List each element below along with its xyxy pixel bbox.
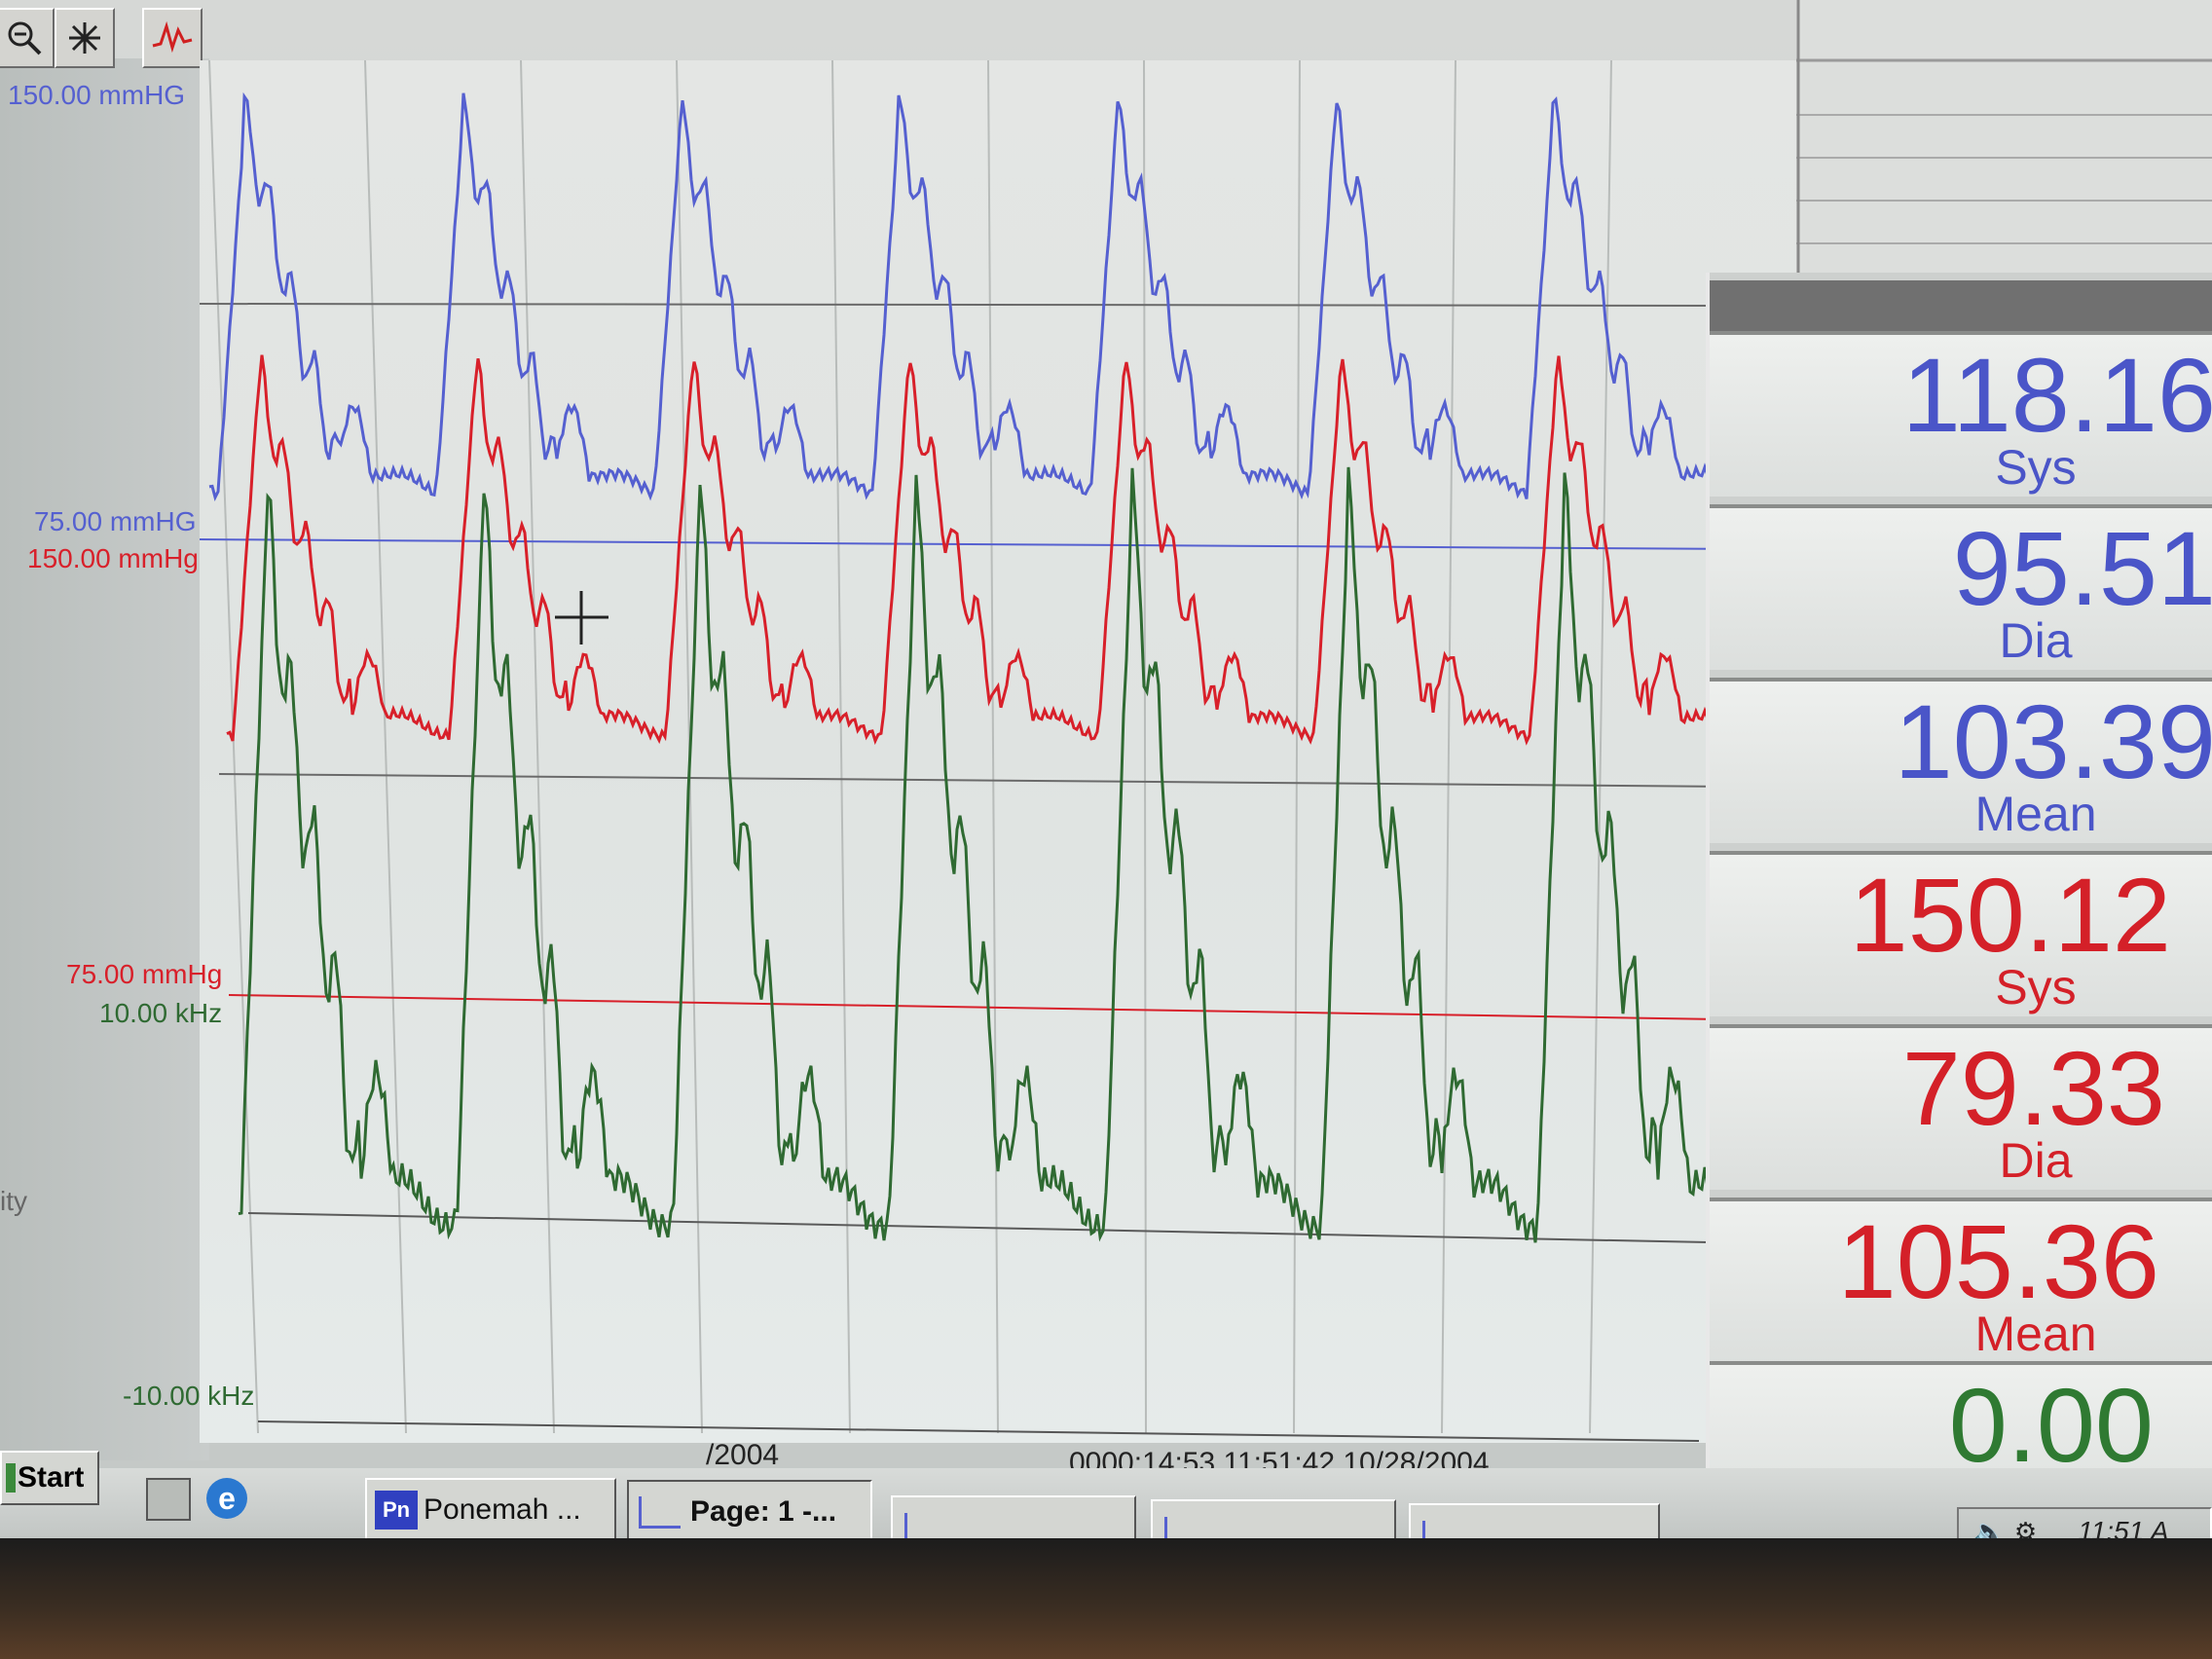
ch3-midline (247, 1212, 1710, 1243)
chart-bottom-border (257, 1420, 1700, 1442)
start-label: Start (18, 1461, 85, 1493)
toolbar (0, 0, 234, 76)
waveform-icon (152, 20, 193, 54)
readout-value: 0.00 (1948, 1373, 2154, 1478)
readout-value: 105.36 (1837, 1209, 2159, 1314)
start-button[interactable]: Start (0, 1451, 99, 1505)
readout-label: Dia (1999, 613, 2073, 668)
ch2-bottom-label: 75.00 mmHg (66, 959, 223, 989)
ch3-bottom-label: -10.00 kHz (123, 1381, 255, 1411)
pan-icon (69, 22, 100, 54)
readout-cell: 103.39 Mean (1710, 678, 2212, 843)
taskbar-page-label: Page: 1 -... (690, 1495, 837, 1528)
right-panel-lines (1796, 0, 2212, 282)
monitor-bezel (0, 1538, 2212, 1659)
readout-value: 150.12 (1849, 863, 2171, 968)
side-label-fragment: ity (0, 1186, 27, 1216)
zoom-out-button[interactable] (0, 8, 55, 68)
readout-value: 118.16 (1901, 343, 2212, 448)
pan-button[interactable] (55, 8, 115, 68)
quick-launch-desktop-icon[interactable] (146, 1478, 191, 1521)
ch2-midline (218, 773, 1737, 788)
readout-label: Sys (1995, 960, 2077, 1014)
readout-cell: 105.36 Mean (1710, 1198, 2212, 1363)
readout-label: Mean (1974, 787, 2097, 841)
status-year: /2004 (706, 1439, 780, 1471)
readout-cell: 118.16 Sys (1710, 331, 2212, 497)
right-top-panel (1796, 0, 2212, 282)
ch1-pressure-trace (208, 92, 1738, 502)
zoom-out-icon (8, 21, 42, 55)
readout-label: Sys (1995, 440, 2077, 495)
taskbar: Pn Ponemah ... Page: 1 -... e (0, 1468, 2212, 1567)
readout-label: Mean (1974, 1307, 2097, 1361)
monitor-screen: 150.00 mmHG 75.00 mmHG 150.00 mmHg 75.00… (0, 0, 2212, 1567)
readout-cell: 150.12 Sys (1710, 851, 2212, 1016)
taskbar-ponemah-label: Ponemah ... (424, 1493, 581, 1526)
waveform-button[interactable] (142, 8, 203, 68)
ch1-baseline (200, 538, 1744, 550)
readout-panel-header (1710, 280, 2212, 335)
taskbar-page[interactable]: Page: 1 -... (627, 1480, 872, 1544)
ch1-top-label: 150.00 mmHG (8, 80, 186, 110)
channel-label-panel (0, 58, 209, 1460)
ch1-midline (200, 303, 1744, 307)
readout-cell: 95.51 Dia (1710, 504, 2212, 670)
ch1-bottom-label: 75.00 mmHG (34, 506, 197, 536)
ch3-top-label: 10.00 kHz (99, 998, 223, 1028)
chart-window-icon (639, 1495, 681, 1529)
readout-value: 103.39 (1894, 689, 2212, 794)
taskbar-ponemah[interactable]: Pn Ponemah ... (365, 1478, 616, 1542)
waveform-svg (200, 60, 1744, 1442)
crosshair-cursor (555, 591, 608, 645)
readout-value: 95.51 (1952, 516, 2212, 621)
readout-label: Dia (1999, 1133, 2073, 1188)
waveform-chart[interactable] (200, 60, 1796, 1443)
quick-launch-browser-icon[interactable]: e (206, 1478, 247, 1519)
ch2-baseline (228, 994, 1721, 1020)
windows-logo-icon (6, 1463, 16, 1493)
ponemah-app-icon: Pn (375, 1491, 418, 1530)
readout-panel: 118.16 Sys 95.51 Dia 103.39 Mean 150.12 Sys 79.3… (1706, 273, 2212, 1527)
ch2-top-label: 150.00 mmHg (27, 543, 199, 573)
readout-value: 79.33 (1901, 1036, 2165, 1141)
readout-cell: 79.33 Dia (1710, 1024, 2212, 1190)
